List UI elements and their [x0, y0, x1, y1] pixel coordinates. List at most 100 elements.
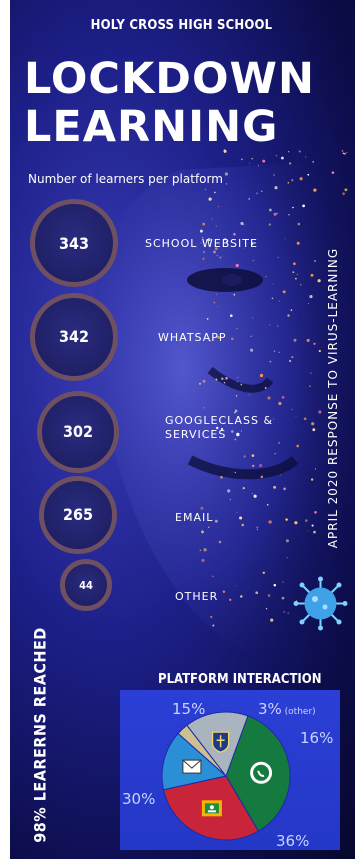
glitter-dot [331, 171, 335, 174]
glitter-dot [262, 571, 265, 574]
glitter-dot [236, 381, 238, 383]
glitter-dot [278, 351, 280, 353]
platform-name-label: OTHER [175, 590, 219, 603]
glitter-dot [292, 271, 295, 274]
platform-name-label: WHATSAPP [158, 331, 227, 344]
glitter-dot [219, 256, 222, 259]
pie-other-note: (other) [281, 707, 316, 717]
platform-name-label: SCHOOL WEBSITE [145, 237, 258, 250]
glitter-dot [236, 265, 239, 268]
pie-percent-label: 36% [276, 832, 310, 850]
glitter-dot [284, 238, 286, 240]
glitter-dot [216, 255, 218, 257]
glitter-dot [261, 190, 263, 192]
glitter-dot [341, 150, 344, 152]
glitter-dot [211, 218, 213, 220]
pie-percent-label: 16% [300, 729, 334, 747]
glitter-dot [199, 549, 201, 552]
glitter-dot [312, 161, 315, 163]
glitter-dot [260, 475, 264, 479]
pie-percent-label: 3% (other) [258, 700, 316, 718]
glitter-dot [291, 408, 293, 410]
glitter-dot [313, 342, 316, 345]
glitter-dot [310, 478, 314, 481]
glitter-dot [264, 387, 267, 389]
glitter-dot [309, 385, 311, 387]
glitter-dot [277, 256, 279, 258]
platform-count-bubble: 265 [39, 476, 117, 554]
glitter-dot [269, 360, 272, 363]
glitter-dot [220, 475, 223, 479]
glitter-dot [267, 396, 271, 400]
glitter-dot [210, 615, 213, 619]
glitter-dot [268, 208, 272, 212]
glitter-dot [201, 529, 203, 531]
glitter-dot [268, 223, 271, 226]
glitter-dot [215, 225, 217, 227]
glitter-dot [241, 158, 243, 161]
glitter-dot [236, 327, 238, 330]
glitter-dot [311, 422, 315, 426]
glitter-dot [273, 583, 277, 587]
glitter-dot [289, 360, 291, 362]
glitter-dot [225, 376, 228, 380]
glitter-dot [224, 172, 229, 176]
glitter-dot [304, 519, 308, 522]
glitter-dot [253, 494, 257, 498]
glitter-dot [227, 489, 231, 493]
glitter-dot [296, 273, 298, 275]
platform-count-bubble: 44 [60, 559, 112, 611]
glitter-dot [281, 396, 285, 399]
glitter-dot [296, 241, 300, 245]
glitter-dot [255, 192, 259, 195]
glitter-dot [317, 279, 321, 283]
glitter-dot [208, 197, 212, 201]
glitter-dot [290, 309, 293, 311]
glitter-dot [252, 317, 254, 319]
glitter-dot [262, 159, 266, 163]
glitter-dot [235, 395, 238, 397]
platform-name-label: EMAIL [175, 511, 214, 524]
frame-right [355, 0, 363, 867]
glitter-dot [274, 453, 276, 455]
glitter-dot [202, 257, 205, 260]
glitter-dot [206, 318, 209, 320]
school-crest-icon [211, 731, 230, 753]
glitter-dot [292, 262, 296, 266]
pie-percent-label: 15% [172, 700, 206, 718]
pie-percent-label: 30% [122, 790, 156, 808]
glitter-dot [234, 409, 238, 413]
glitter-dot [221, 377, 224, 381]
platform-name-label: GOOGLECLASS & SERVICES [165, 414, 274, 442]
glitter-dot [266, 503, 269, 506]
glitter-dot [256, 526, 259, 529]
glitter-dot [309, 295, 313, 299]
glitter-dot [306, 338, 310, 342]
glitter-dot [307, 530, 309, 532]
virus-icon [293, 576, 348, 631]
glitter-dot [318, 349, 321, 353]
glitter-dot [318, 410, 322, 414]
glitter-dot [282, 290, 286, 294]
glitter-dot [295, 277, 297, 280]
glitter-dot [249, 162, 251, 164]
glitter-dot [252, 259, 255, 262]
glitter-dot [293, 338, 297, 342]
glitter-dot [201, 558, 205, 562]
glitter-dot [205, 188, 207, 190]
glitter-dot [276, 212, 278, 215]
glitter-dot [291, 356, 294, 359]
glitter-dot [346, 151, 348, 154]
glitter-dot [343, 152, 346, 155]
glitter-dot [201, 530, 204, 534]
glitter-dot [273, 350, 276, 352]
glitter-dot [214, 191, 216, 194]
glitter-dot [265, 275, 267, 278]
glitter-dot [288, 162, 292, 165]
glitter-dot [273, 174, 275, 176]
frame-left [0, 0, 10, 867]
glitter-dot [282, 581, 284, 583]
glitter-dot [248, 197, 251, 200]
glitter-dot [273, 212, 277, 216]
glitter-dot [314, 511, 317, 514]
